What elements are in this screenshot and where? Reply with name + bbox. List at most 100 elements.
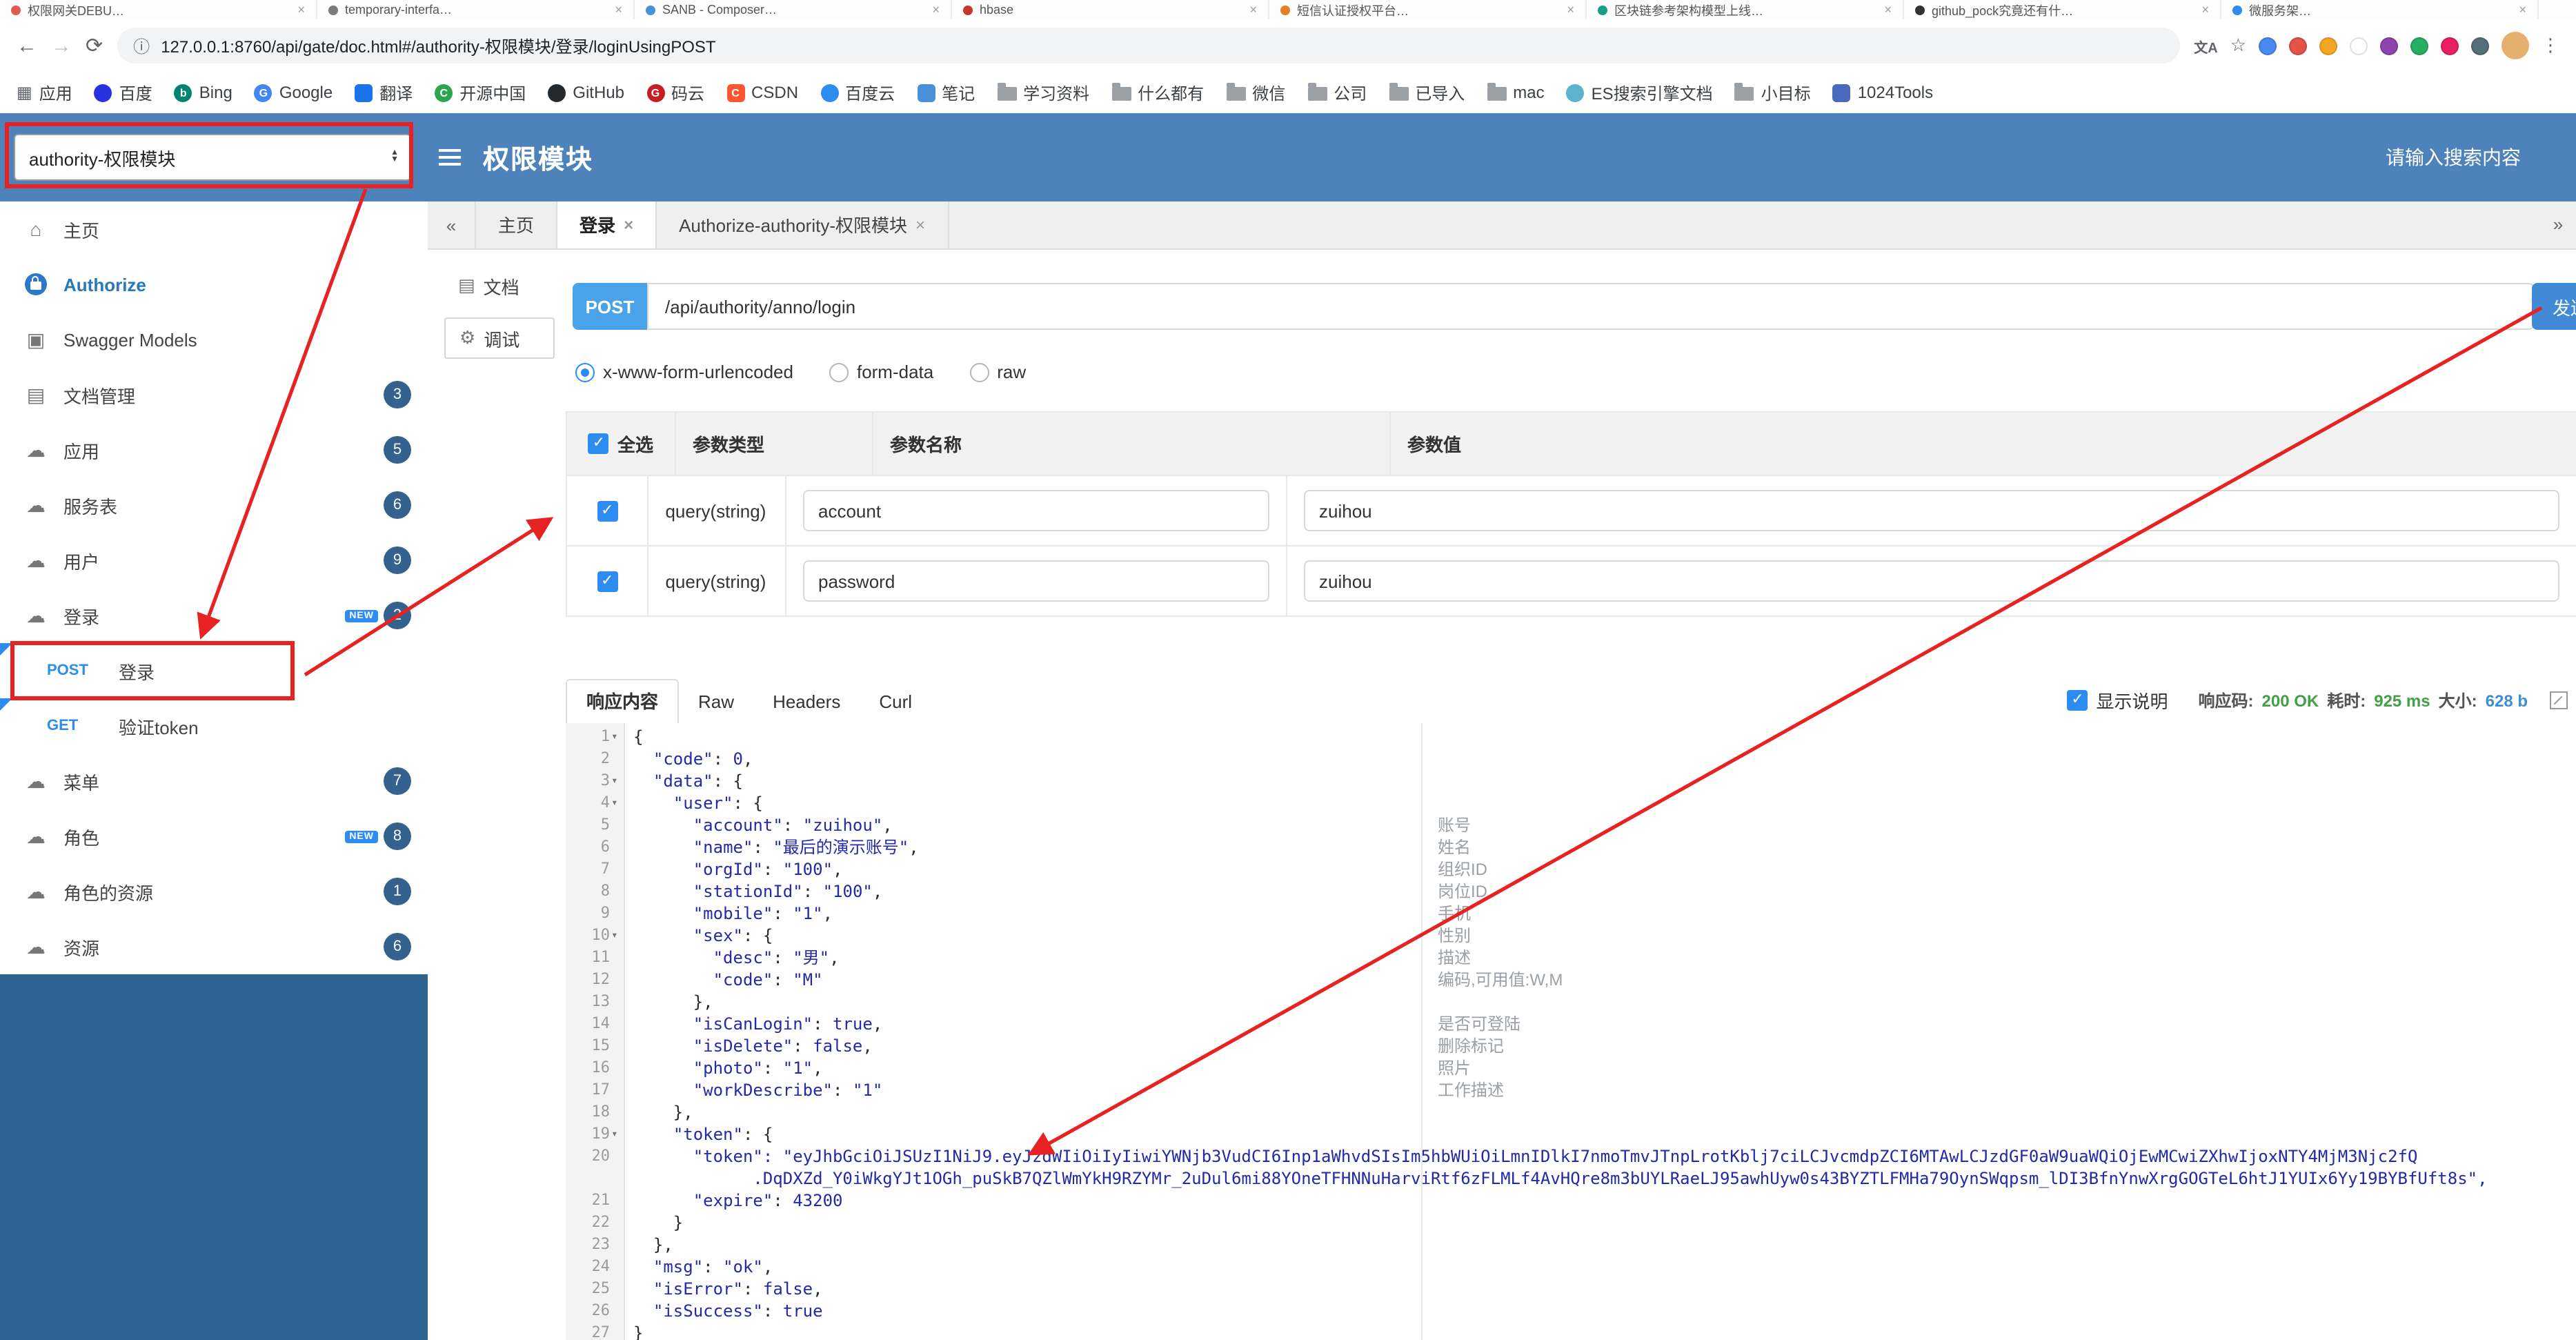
bookmark-item[interactable]: 小目标 (1734, 81, 1811, 104)
bookmark-item[interactable]: G Google (254, 83, 333, 102)
select-all-checkbox[interactable]: ✓ (588, 433, 609, 454)
back-icon[interactable]: ← (17, 34, 37, 57)
param-name-input[interactable] (803, 490, 1269, 531)
param-checkbox[interactable]: ✓ (597, 571, 618, 591)
browser-tab[interactable]: temporary-interfa… × (317, 0, 635, 19)
bookmark-item[interactable]: 百度云 (820, 81, 895, 104)
forward-icon[interactable]: → (51, 34, 72, 57)
url-bar[interactable]: ⓘ 127.0.0.1:8760/api/gate/doc.html#/auth… (117, 28, 2181, 63)
fold-caret-icon[interactable]: ▾ (610, 770, 624, 792)
browser-tab[interactable]: 微服务架… × (2221, 0, 2539, 19)
menu-toggle-icon[interactable] (439, 156, 461, 159)
tab-close-icon[interactable]: × (1249, 3, 1257, 17)
bookmark-item[interactable]: 翻译 (355, 81, 413, 104)
search-input[interactable]: 请输入搜索内容 (2386, 144, 2521, 171)
bookmark-item[interactable]: GitHub (548, 83, 624, 102)
response-editor[interactable]: 1 ▾ 2 3 ▾ 4 ▾ 5 6 7 8 9 10 ▾ 11 12 13 14 15 16 17 18 19 ▾ 20 21 22… (566, 723, 2576, 1340)
param-name-input[interactable] (803, 560, 1269, 602)
request-path[interactable]: /api/authority/anno/login (647, 283, 2535, 330)
extension-icon[interactable] (2259, 37, 2277, 55)
param-checkbox[interactable]: ✓ (597, 500, 618, 521)
info-icon[interactable]: ⓘ (133, 34, 150, 57)
tab-close-icon[interactable]: × (2201, 3, 2209, 17)
extension-icon[interactable] (2471, 37, 2489, 55)
expand-icon[interactable] (2550, 691, 2568, 709)
bookmark-item[interactable]: 已导入 (1389, 81, 1465, 104)
refresh-icon[interactable]: ⟳ (86, 33, 103, 58)
tab-close-icon[interactable]: × (615, 3, 622, 17)
fold-caret-icon[interactable]: ▾ (610, 925, 624, 947)
doc-tab-doc[interactable]: ▤ 文档 (444, 265, 555, 306)
sidebar-item-app[interactable]: ☁ 应用 5 (0, 422, 428, 477)
sidebar-item-resource[interactable]: ☁ 资源 6 (0, 919, 428, 974)
extension-icon[interactable] (2319, 37, 2337, 55)
sidebar-item-authorize[interactable]: Authorize (0, 257, 428, 312)
sidebar-item-verify-token-get[interactable]: GET 验证token (0, 698, 428, 753)
tab-close-icon[interactable]: × (915, 202, 925, 248)
param-value-input[interactable] (1304, 490, 2559, 531)
browser-tab[interactable]: hbase × (952, 0, 1269, 19)
body-type-radio-0[interactable]: x-www-form-urlencoded (575, 362, 793, 382)
bookmark-item[interactable]: 什么都有 (1111, 81, 1204, 104)
extension-icon[interactable] (2380, 37, 2398, 55)
send-button[interactable]: 发送 (2532, 283, 2576, 330)
module-select[interactable]: authority-权限模块 ▲ ▼ (14, 134, 411, 181)
fold-caret-icon[interactable]: ▾ (610, 792, 624, 814)
tab-close-icon[interactable]: × (624, 202, 633, 248)
profile-avatar[interactable] (2501, 32, 2529, 59)
sidebar-item-login[interactable]: ☁ 登录 NEW 2 (0, 588, 428, 643)
fold-caret-icon[interactable]: ▾ (610, 1123, 624, 1145)
browser-tab[interactable]: SANB - Composer… × (635, 0, 952, 19)
bookmark-item[interactable]: ▦ 应用 (17, 81, 72, 104)
response-tab-0[interactable]: 响应内容 (566, 679, 680, 725)
bookmark-item[interactable]: 微信 (1226, 81, 1285, 104)
bookmark-item[interactable]: C 开源中国 (435, 81, 526, 104)
sidebar-item-user[interactable]: ☁ 用户 9 (0, 533, 428, 588)
bookmark-item[interactable]: 公司 (1307, 81, 1367, 104)
bookmark-item[interactable]: G 码云 (646, 81, 704, 104)
translate-icon[interactable]: 文A (2194, 35, 2217, 56)
content-tab[interactable]: Authorize-authority-权限模块 × (657, 201, 949, 248)
extension-icon[interactable] (2441, 37, 2459, 55)
bookmark-item[interactable]: C CSDN (726, 83, 798, 102)
fold-caret-icon[interactable]: ▾ (610, 726, 624, 748)
show-desc-checkbox[interactable]: ✓ (2067, 690, 2088, 711)
content-tab[interactable]: 登录 × (557, 201, 657, 248)
body-type-radio-1[interactable]: form-data (829, 362, 933, 382)
tabs-collapse-left[interactable]: « (428, 201, 476, 248)
response-tab-3[interactable]: Curl (860, 680, 931, 723)
tabs-collapse-right[interactable]: » (2540, 201, 2576, 247)
browser-tab[interactable]: 权限网关DEBU… × (0, 0, 317, 19)
response-tab-1[interactable]: Raw (679, 680, 753, 723)
doc-tab-debug[interactable]: ⚙ 调试 (444, 317, 555, 359)
sidebar-item-swagger-models[interactable]: ▣ Swagger Models (0, 312, 428, 367)
bookmark-item[interactable]: b Bing (174, 83, 232, 102)
content-tab[interactable]: 主页 (476, 201, 558, 248)
bookmark-item[interactable]: 笔记 (917, 81, 975, 104)
extension-icon[interactable] (2410, 37, 2428, 55)
sidebar-item-login-post[interactable]: POST 登录 (0, 643, 428, 698)
param-value-input[interactable] (1304, 560, 2559, 602)
sidebar-item-role-resource[interactable]: ☁ 角色的资源 1 (0, 864, 428, 919)
tab-close-icon[interactable]: × (932, 3, 940, 17)
bookmark-item[interactable]: 学习资料 (997, 81, 1089, 104)
sidebar-item-doc-manage[interactable]: ▤ 文档管理 3 (0, 367, 428, 422)
body-type-radio-2[interactable]: raw (969, 362, 1026, 382)
bookmark-item[interactable]: 1024Tools (1832, 83, 1933, 102)
tab-close-icon[interactable]: × (2519, 3, 2526, 17)
sidebar-item-role[interactable]: ☁ 角色 NEW 8 (0, 809, 428, 864)
bookmark-star-icon[interactable]: ☆ (2230, 35, 2246, 57)
browser-menu-icon[interactable]: ⋮ (2542, 35, 2559, 57)
sidebar-item-menu[interactable]: ☁ 菜单 7 (0, 753, 428, 809)
bookmark-item[interactable]: 百度 (94, 81, 152, 104)
sidebar-item-home[interactable]: ⌂ 主页 (0, 201, 428, 257)
browser-tab[interactable]: github_pock究竟还有什… × (1904, 0, 2221, 19)
sidebar-item-service[interactable]: ☁ 服务表 6 (0, 477, 428, 533)
tab-close-icon[interactable]: × (1567, 3, 1574, 17)
extension-icon[interactable] (2289, 37, 2307, 55)
browser-tab[interactable]: 区块链参考架构模型上线… × (1587, 0, 1904, 19)
tab-close-icon[interactable]: × (297, 3, 305, 17)
bookmark-item[interactable]: mac (1487, 83, 1545, 102)
response-tab-2[interactable]: Headers (753, 680, 860, 723)
browser-tab[interactable]: 短信认证授权平台… × (1269, 0, 1587, 19)
